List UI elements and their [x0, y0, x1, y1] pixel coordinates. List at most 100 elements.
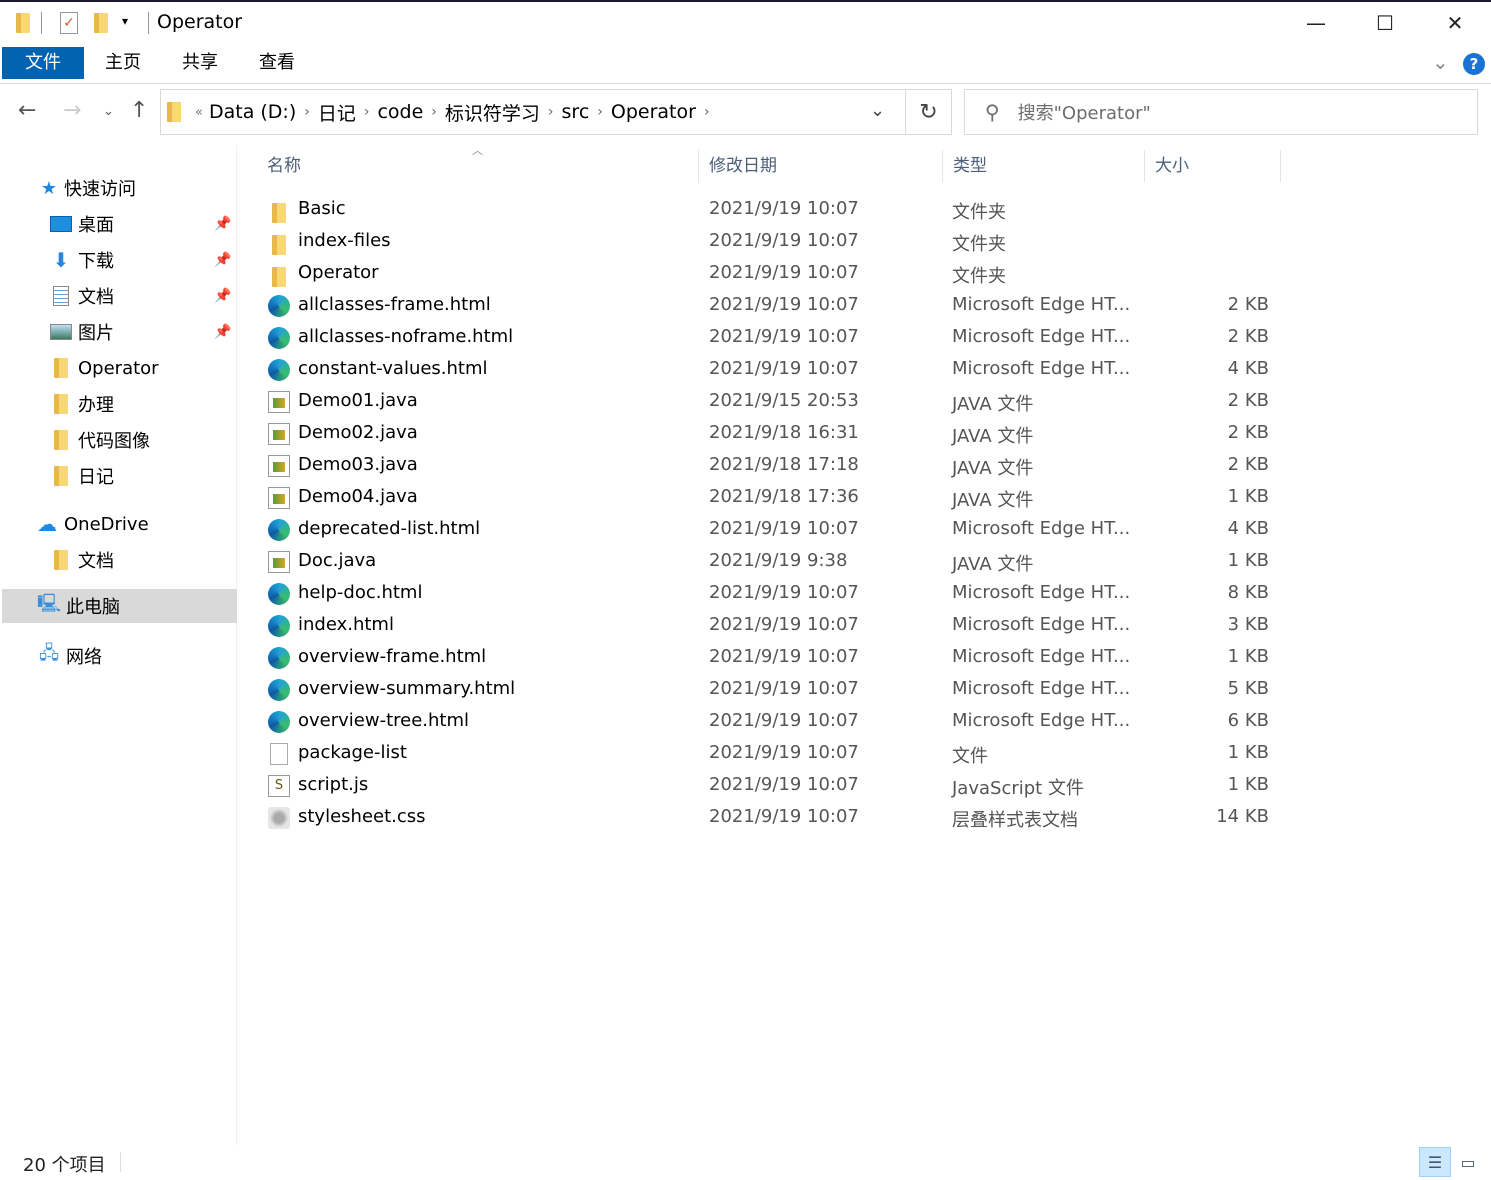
file-type: JAVA 文件: [952, 458, 1034, 479]
file-row[interactable]: Doc.java 2021/9/19 9:38 JAVA 文件 1 KB: [262, 546, 1282, 578]
tab-view[interactable]: 查看: [239, 47, 315, 79]
new-folder-icon[interactable]: [94, 13, 108, 33]
file-row[interactable]: package-list 2021/9/19 10:07 文件 1 KB: [262, 738, 1282, 770]
file-row[interactable]: Basic 2021/9/19 10:07 文件夹: [262, 194, 1282, 226]
column-header-size[interactable]: 大小: [1145, 150, 1281, 182]
file-size: 2 KB: [1227, 390, 1269, 411]
edge-html-icon: [268, 295, 290, 317]
pin-icon[interactable]: 📌: [214, 324, 231, 340]
sidebar-label: 文档: [78, 287, 114, 308]
column-header-date[interactable]: 修改日期: [699, 150, 943, 182]
chevron-right-icon[interactable]: ›: [304, 104, 310, 120]
help-icon[interactable]: ?: [1463, 53, 1485, 75]
breadcrumb-src[interactable]: src: [562, 101, 590, 123]
refresh-button[interactable]: ↻: [906, 89, 952, 135]
file-type: Microsoft Edge HT...: [952, 358, 1131, 379]
tab-file[interactable]: 文件: [2, 47, 84, 79]
file-size: 1 KB: [1227, 550, 1269, 571]
sidebar-onedrive[interactable]: ☁ OneDrive: [36, 507, 271, 541]
chevron-right-icon[interactable]: ›: [548, 104, 554, 120]
sidebar-item-5[interactable]: 办理: [50, 387, 285, 421]
folder-icon: [50, 394, 72, 414]
overflow-icon[interactable]: «: [195, 105, 203, 120]
breadcrumb-code[interactable]: code: [377, 101, 423, 123]
customize-toolbar-icon[interactable]: ▾: [122, 14, 128, 28]
sidebar-item-7[interactable]: 日记: [50, 459, 285, 493]
column-header-name[interactable]: 名称: [257, 150, 699, 182]
file-row[interactable]: stylesheet.css 2021/9/19 10:07 层叠样式表文档 14 K…: [262, 802, 1282, 834]
file-row[interactable]: allclasses-frame.html 2021/9/19 10:07 Micr…: [262, 290, 1282, 322]
sidebar-item-2[interactable]: 文档 📌: [50, 279, 285, 313]
sidebar-quick-access[interactable]: ★ 快速访问: [38, 171, 273, 205]
chevron-right-icon[interactable]: ›: [704, 104, 710, 120]
up-button[interactable]: ↑: [130, 98, 148, 123]
file-row[interactable]: allclasses-noframe.html 2021/9/19 10:07 Mi…: [262, 322, 1282, 354]
file-row[interactable]: Sscript.js 2021/9/19 10:07 JavaScript 文件 1 …: [262, 770, 1282, 802]
properties-icon[interactable]: ✓: [60, 12, 78, 34]
file-row[interactable]: overview-tree.html 2021/9/19 10:07 Microso…: [262, 706, 1282, 738]
file-row[interactable]: help-doc.html 2021/9/19 10:07 Microsoft Ed…: [262, 578, 1282, 610]
sidebar-onedrive-documents[interactable]: 文档: [50, 543, 285, 577]
chevron-right-icon[interactable]: ›: [431, 104, 437, 120]
chevron-right-icon[interactable]: ›: [364, 104, 370, 120]
forward-button[interactable]: →: [63, 98, 81, 123]
edge-html-icon: [268, 327, 290, 349]
file-type: 文件夹: [952, 266, 1006, 287]
column-header-type[interactable]: 类型: [943, 150, 1145, 182]
file-row[interactable]: overview-frame.html 2021/9/19 10:07 Micros…: [262, 642, 1282, 674]
file-row[interactable]: overview-summary.html 2021/9/19 10:07 Micr…: [262, 674, 1282, 706]
file-name: stylesheet.css: [298, 806, 426, 827]
file-date: 2021/9/19 10:07: [709, 230, 859, 251]
file-name: help-doc.html: [298, 582, 423, 603]
file-row[interactable]: Operator 2021/9/19 10:07 文件夹: [262, 258, 1282, 290]
pin-icon[interactable]: 📌: [214, 252, 231, 268]
folder-icon: [50, 430, 72, 450]
search-input[interactable]: ⚲ 搜索"Operator": [964, 89, 1478, 135]
maximize-button[interactable]: ☐: [1362, 6, 1408, 40]
file-row[interactable]: Demo04.java 2021/9/18 17:36 JAVA 文件 1 KB: [262, 482, 1282, 514]
file-row[interactable]: Demo01.java 2021/9/15 20:53 JAVA 文件 2 KB: [262, 386, 1282, 418]
pin-icon[interactable]: 📌: [214, 216, 231, 232]
breadcrumb-data-d[interactable]: Data (D:): [209, 101, 296, 123]
tab-share[interactable]: 共享: [162, 47, 238, 79]
search-placeholder: 搜索"Operator": [1017, 103, 1151, 124]
pictures-icon: [50, 324, 72, 340]
tab-home[interactable]: 主页: [85, 47, 161, 79]
recent-locations-button[interactable]: ⌄: [103, 104, 114, 119]
sidebar-item-6[interactable]: 代码图像: [50, 423, 285, 457]
sidebar-item-1[interactable]: ⬇ 下载 📌: [50, 243, 285, 277]
folder-icon: [272, 231, 294, 255]
breadcrumb-operator[interactable]: Operator: [611, 101, 696, 123]
file-row[interactable]: Demo02.java 2021/9/18 16:31 JAVA 文件 2 KB: [262, 418, 1282, 450]
folder-icon: [272, 263, 294, 287]
chevron-right-icon[interactable]: ›: [597, 104, 603, 120]
close-button[interactable]: ✕: [1432, 6, 1478, 40]
expand-ribbon-icon[interactable]: ⌄: [1432, 50, 1449, 74]
sidebar-label: Operator: [78, 357, 159, 379]
minimize-button[interactable]: —: [1293, 6, 1339, 40]
file-row[interactable]: constant-values.html 2021/9/19 10:07 Micro…: [262, 354, 1282, 386]
breadcrumb-identifier-study[interactable]: 标识符学习: [445, 99, 540, 126]
sidebar-item-0[interactable]: 桌面 📌: [50, 207, 285, 241]
folder-icon: [272, 199, 294, 223]
file-row[interactable]: index-files 2021/9/19 10:07 文件夹: [262, 226, 1282, 258]
details-view-button[interactable]: ☰: [1419, 1147, 1451, 1177]
back-button[interactable]: ←: [18, 98, 36, 123]
address-bar[interactable]: « Data (D:) › 日记 › code › 标识符学习 › src › Opera…: [160, 89, 906, 135]
large-icons-view-button[interactable]: ▭: [1452, 1147, 1484, 1177]
network-icon: 🖧: [38, 643, 60, 664]
sidebar-item-3[interactable]: 图片 📌: [50, 315, 285, 349]
sidebar-this-pc[interactable]: 🖳 此电脑: [2, 589, 237, 623]
sidebar-network[interactable]: 🖧 网络: [38, 639, 273, 673]
file-row[interactable]: index.html 2021/9/19 10:07 Microsoft Edge …: [262, 610, 1282, 642]
file-date: 2021/9/19 10:07: [709, 614, 859, 635]
file-row[interactable]: deprecated-list.html 2021/9/19 10:07 Micro…: [262, 514, 1282, 546]
breadcrumb-diary[interactable]: 日记: [318, 99, 356, 126]
sidebar-item-4[interactable]: Operator: [50, 351, 285, 385]
file-row[interactable]: Demo03.java 2021/9/18 17:18 JAVA 文件 2 KB: [262, 450, 1282, 482]
address-dropdown-icon[interactable]: ⌄: [870, 100, 885, 121]
file-date: 2021/9/19 10:07: [709, 294, 859, 315]
pin-icon[interactable]: 📌: [214, 288, 231, 304]
file-type: JavaScript 文件: [952, 778, 1084, 799]
file-type: JAVA 文件: [952, 554, 1034, 575]
